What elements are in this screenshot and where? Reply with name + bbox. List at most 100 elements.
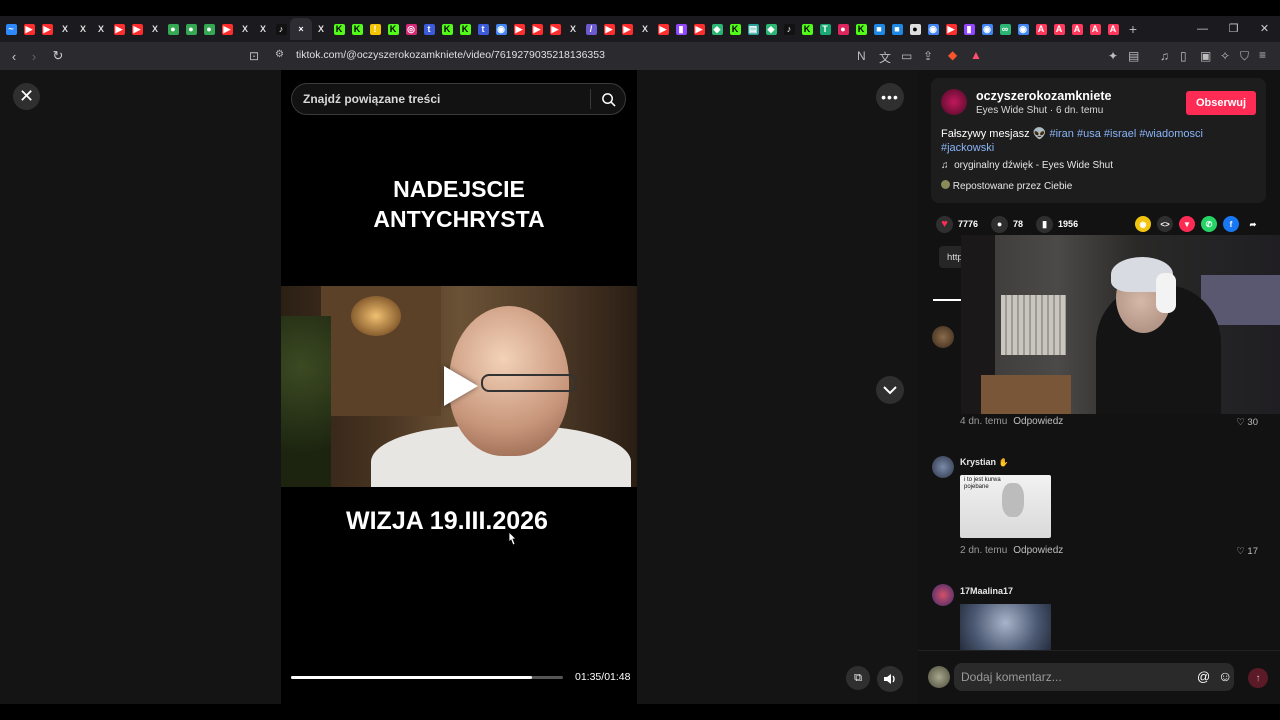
related-search-input[interactable] (292, 92, 590, 106)
browser-tab[interactable]: ▤ (744, 18, 762, 40)
translate-off-icon[interactable]: N (857, 49, 866, 63)
browser-tab[interactable]: ● (906, 18, 924, 40)
url-text[interactable]: tiktok.com/@oczyszerokozamkniete/video/7… (296, 49, 605, 61)
browser-tab[interactable]: X (56, 18, 74, 40)
hashtag-link[interactable]: #jackowski (941, 142, 994, 154)
browser-tab[interactable]: ! (366, 18, 384, 40)
browser-tab[interactable]: ● (164, 18, 182, 40)
browser-tab[interactable]: K (384, 18, 402, 40)
browser-tab[interactable]: ● (182, 18, 200, 40)
browser-tab[interactable]: K (456, 18, 474, 40)
comment-like[interactable]: ♡ 17 (1236, 546, 1258, 557)
browser-tab[interactable]: × (290, 18, 312, 40)
play-icon[interactable] (444, 366, 478, 406)
new-tab-button[interactable]: + (1122, 21, 1144, 37)
vpn-icon[interactable]: ⛉ (1240, 49, 1249, 64)
bookmark-icon[interactable]: ⊡ (249, 49, 259, 63)
like-button[interactable]: ♥ 7776 (936, 215, 978, 233)
browser-tab[interactable]: X (254, 18, 272, 40)
browser-tab[interactable]: ▶ (110, 18, 128, 40)
browser-tab[interactable]: t (420, 18, 438, 40)
comment-meme-image[interactable] (960, 604, 1051, 651)
browser-tab[interactable]: ▶ (528, 18, 546, 40)
browser-tab[interactable]: X (312, 18, 330, 40)
repost-share-icon[interactable]: ▼ (1179, 216, 1195, 232)
cast-icon[interactable]: ▭ (901, 49, 912, 63)
whatsapp-icon[interactable]: ✆ (1201, 216, 1217, 232)
site-settings-icon[interactable]: ⚙ (275, 49, 284, 60)
hashtag-link[interactable]: #usa (1077, 128, 1101, 140)
browser-tab[interactable]: K (726, 18, 744, 40)
browser-tab[interactable]: ● (200, 18, 218, 40)
browser-tab[interactable]: t (474, 18, 492, 40)
minimize-icon[interactable]: — (1187, 16, 1218, 42)
reply-button[interactable]: Odpowiedz (1013, 416, 1063, 427)
close-video-button[interactable]: ✕ (13, 83, 40, 110)
browser-tab[interactable]: K (798, 18, 816, 40)
hashtag-link[interactable]: #wiadomosci (1139, 128, 1203, 140)
translate-icon[interactable]: 文 (879, 49, 891, 66)
wallet-icon[interactable]: ▣ (1200, 49, 1211, 63)
rewards-icon[interactable]: ▲ (970, 48, 982, 62)
browser-tab[interactable]: A (1068, 18, 1086, 40)
reload-icon[interactable]: ↻ (48, 48, 68, 64)
browser-tab[interactable]: ▶ (218, 18, 236, 40)
browser-tab[interactable]: ▶ (618, 18, 636, 40)
pip-button[interactable]: ⧉ (846, 666, 870, 690)
browser-tab[interactable]: ▶ (942, 18, 960, 40)
browser-tab[interactable]: A (1104, 18, 1122, 40)
browser-tab[interactable]: ▶ (546, 18, 564, 40)
post-comment-button[interactable]: ↑ (1248, 668, 1268, 688)
mention-icon[interactable]: @ (1197, 669, 1210, 684)
author-avatar[interactable] (941, 89, 967, 115)
browser-tab[interactable]: ▶ (690, 18, 708, 40)
browser-tab[interactable]: T (816, 18, 834, 40)
embed-icon[interactable]: <> (1157, 216, 1173, 232)
browser-tab[interactable]: ~ (2, 18, 20, 40)
volume-button[interactable] (877, 666, 903, 692)
search-button[interactable] (591, 84, 625, 114)
sidebar-icon[interactable]: ▯ (1180, 49, 1187, 63)
browser-tab[interactable]: / (582, 18, 600, 40)
save-button[interactable]: ▮ 1956 (1036, 215, 1078, 233)
commenter-avatar[interactable] (932, 326, 954, 348)
next-video-button[interactable] (876, 376, 904, 404)
browser-tab[interactable]: ▶ (600, 18, 618, 40)
browser-tab[interactable]: ▶ (38, 18, 56, 40)
share-page-icon[interactable]: ⇪ (923, 49, 933, 63)
browser-tab[interactable]: A (1050, 18, 1068, 40)
commenter-avatar[interactable] (932, 584, 954, 606)
browser-tab[interactable]: ● (834, 18, 852, 40)
browser-tab[interactable]: ◆ (708, 18, 726, 40)
browser-tab[interactable]: X (636, 18, 654, 40)
browser-tab[interactable]: ▶ (20, 18, 38, 40)
facebook-icon[interactable]: f (1223, 216, 1239, 232)
browser-tab[interactable]: ∞ (996, 18, 1014, 40)
commenter-avatar[interactable] (932, 456, 954, 478)
hashtag-link[interactable]: #iran (1049, 128, 1073, 140)
browser-tab[interactable]: A (1086, 18, 1104, 40)
video-stage[interactable]: NADEJSCIE ANTYCHRYSTA WIZJA 19.III.2026 … (281, 70, 637, 704)
browser-tab[interactable]: X (92, 18, 110, 40)
browser-tab[interactable]: ◉ (1014, 18, 1032, 40)
browser-tab[interactable]: ◆ (762, 18, 780, 40)
back-icon[interactable]: ‹ (4, 49, 24, 64)
follow-button[interactable]: Obserwuj (1186, 91, 1256, 115)
browser-tab[interactable]: K (348, 18, 366, 40)
close-window-icon[interactable]: ✕ (1249, 16, 1280, 42)
commenter-name[interactable]: 17Maalina17 (960, 586, 1013, 596)
browser-tab[interactable]: ◉ (492, 18, 510, 40)
media-icon[interactable]: ♫ (1160, 49, 1169, 63)
author-username[interactable]: oczyszerokozamkniete (976, 89, 1111, 103)
browser-tab[interactable]: ▶ (510, 18, 528, 40)
emoji-icon[interactable]: ☺ (1218, 668, 1232, 684)
leo-icon[interactable]: ✧ (1220, 49, 1230, 63)
browser-tab[interactable]: ♪ (780, 18, 798, 40)
sound-link[interactable]: ♫ oryginalny dźwięk - Eyes Wide Shut (941, 160, 1113, 171)
browser-tab[interactable]: ♪ (272, 18, 290, 40)
maximize-icon[interactable]: ❐ (1218, 16, 1249, 42)
hashtag-link[interactable]: #israel (1104, 128, 1136, 140)
video-progress-bar[interactable] (291, 676, 563, 679)
browser-tab[interactable]: K (438, 18, 456, 40)
share-arrow-icon[interactable]: ➦ (1245, 216, 1261, 232)
